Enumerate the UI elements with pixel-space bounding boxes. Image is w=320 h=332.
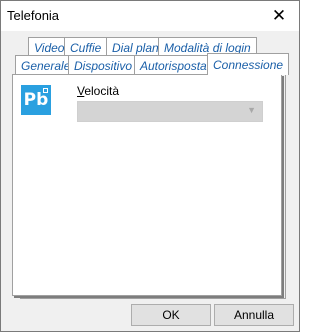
- ok-button[interactable]: OK: [131, 304, 211, 326]
- close-icon: ✕: [271, 6, 287, 25]
- close-button[interactable]: ✕: [259, 1, 299, 31]
- tab-dial-plan[interactable]: Dial plan: [106, 37, 165, 57]
- title-bar: Telefonia ✕: [1, 1, 299, 31]
- button-label: Annulla: [233, 308, 275, 322]
- tab-label: Connessione: [213, 57, 284, 72]
- velocita-label: Velocità: [77, 84, 119, 98]
- window-title: Telefonia: [7, 8, 60, 23]
- logo-text: Pb: [23, 90, 49, 110]
- app-logo-icon: Pb: [21, 85, 51, 115]
- tab-label: Video: [34, 40, 65, 55]
- button-label: OK: [162, 308, 180, 322]
- tab-label: Generale: [21, 58, 71, 73]
- tab-label: Autorisposta: [140, 58, 207, 73]
- tab-page-connessione: Pb Velocità ▼: [12, 74, 282, 296]
- tab-autorisposta[interactable]: Autorisposta: [134, 55, 213, 75]
- cancel-button[interactable]: Annulla: [214, 304, 294, 326]
- dialog-window: Telefonia ✕ Video Cuffie Dial plan Modal…: [0, 0, 300, 332]
- tab-connessione[interactable]: Connessione: [207, 53, 290, 75]
- tab-cuffie[interactable]: Cuffie: [64, 37, 108, 57]
- tab-label: Cuffie: [70, 40, 102, 55]
- velocita-dropdown[interactable]: ▼: [77, 101, 263, 122]
- tab-label: Dial plan: [112, 40, 159, 55]
- chevron-down-icon: ▼: [247, 105, 256, 115]
- label-text: elocità: [84, 84, 120, 98]
- tab-dispositivo[interactable]: Dispositivo: [68, 55, 139, 75]
- logo-square-mark: [43, 88, 48, 93]
- tab-label: Dispositivo: [74, 58, 133, 73]
